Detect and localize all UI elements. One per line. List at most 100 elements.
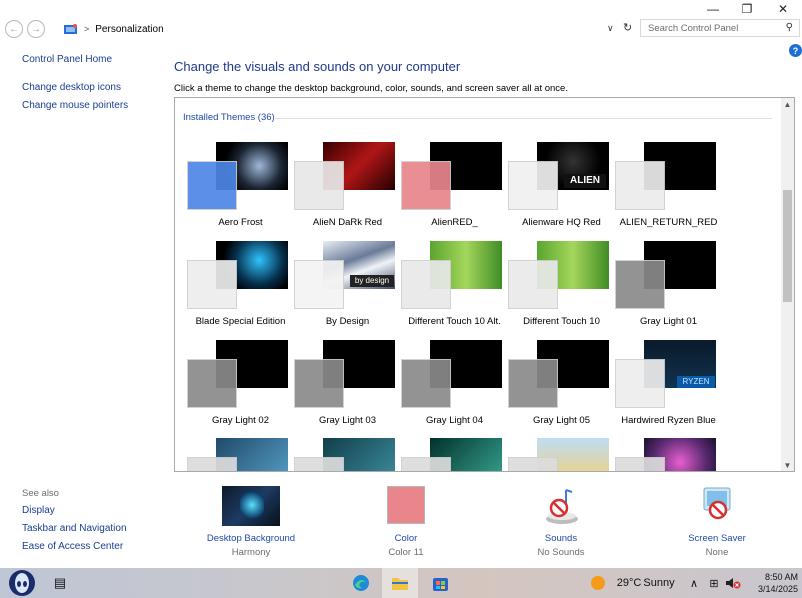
file-explorer-icon[interactable]	[382, 568, 418, 598]
theme-tile[interactable]: By Design by design	[294, 239, 401, 334]
desktop-background-thumbnail	[222, 486, 280, 526]
theme-color-swatch	[294, 359, 344, 408]
screen-saver-icon	[688, 486, 746, 526]
theme-color-swatch	[187, 359, 237, 408]
sounds-button[interactable]: Sounds No Sounds	[496, 486, 626, 558]
themes-list: Installed Themes (36) Aero Frost AlieN Da…	[174, 97, 795, 472]
help-icon[interactable]: ?	[789, 44, 802, 57]
see-also-display[interactable]: Display	[22, 505, 55, 516]
theme-tile[interactable]	[508, 436, 615, 471]
screen-saver-button[interactable]: Screen Saver None	[652, 486, 782, 558]
theme-tile[interactable]	[615, 436, 722, 471]
theme-name: Blade Special Edition	[195, 316, 286, 327]
page-title: Change the visuals and sounds on your co…	[174, 59, 461, 74]
theme-tile[interactable]	[294, 436, 401, 471]
task-view-icon[interactable]: ▤	[48, 568, 72, 598]
theme-tile[interactable]: Alienware HQ Red ALIEN	[508, 140, 615, 235]
see-also-heading: See also	[22, 488, 59, 499]
theme-name: Different Touch 10	[523, 316, 600, 327]
theme-name: By Design	[325, 316, 370, 327]
desktop-background-value: Harmony	[231, 547, 271, 558]
edge-browser-icon[interactable]	[349, 568, 373, 598]
scroll-up-icon[interactable]: ▲	[781, 98, 794, 110]
search-icon[interactable]: ⚲	[786, 22, 793, 33]
theme-tile[interactable]: Gray Light 04	[401, 338, 508, 433]
themes-scrollbar[interactable]: ▲ ▼	[781, 98, 794, 471]
weather-description[interactable]: Sunny	[641, 568, 677, 598]
theme-tile[interactable]: Different Touch 10 Alt.	[401, 239, 508, 334]
theme-tile[interactable]: Gray Light 01	[615, 239, 722, 334]
theme-name: AlienRED_	[431, 217, 478, 228]
taskbar: ▤ 29°C Sunny ∧ ⊞ 8:50 AM 3/14/2025	[0, 568, 802, 598]
refresh-icon[interactable]: ↻	[623, 21, 632, 34]
screen-saver-value: None	[705, 547, 729, 558]
page-description: Click a theme to change the desktop back…	[174, 83, 568, 94]
theme-color-swatch	[294, 161, 344, 210]
theme-color-swatch	[187, 457, 237, 471]
theme-tile[interactable]	[401, 436, 508, 471]
theme-name: Gray Light 01	[639, 316, 698, 327]
network-icon[interactable]: ⊞	[706, 568, 722, 598]
theme-tile[interactable]: Different Touch 10	[508, 239, 615, 334]
theme-tile[interactable]: AlienRED_	[401, 140, 508, 235]
theme-name: ALIEN_RETURN_RED	[619, 217, 718, 228]
theme-color-swatch	[615, 359, 665, 408]
theme-tile[interactable]: AlieN DaRk Red	[294, 140, 401, 235]
clock-date: 3/14/2025	[757, 584, 798, 594]
theme-name: Different Touch 10 Alt.	[408, 316, 501, 327]
weather-sun-icon[interactable]	[588, 568, 608, 598]
scroll-down-icon[interactable]: ▼	[781, 459, 794, 471]
theme-color-swatch	[508, 359, 558, 408]
theme-name: Gray Light 04	[425, 415, 484, 426]
desktop-background-label[interactable]: Desktop Background	[186, 533, 316, 544]
desktop-background-button[interactable]: Desktop Background Harmony	[186, 486, 316, 558]
theme-tile[interactable]: Hardwired Ryzen Blue RYZEN	[615, 338, 722, 433]
theme-color-swatch	[401, 260, 451, 309]
scrollbar-thumb[interactable]	[783, 190, 792, 302]
sidebar-change-desktop-icons[interactable]: Change desktop icons	[22, 82, 121, 93]
theme-name: Gray Light 02	[211, 415, 270, 426]
sounds-label[interactable]: Sounds	[496, 533, 626, 544]
sounds-value: No Sounds	[537, 547, 585, 558]
arrow-right-icon: →	[31, 23, 41, 35]
theme-color-swatch	[615, 161, 665, 210]
theme-name: AlieN DaRk Red	[312, 217, 383, 228]
volume-muted-icon[interactable]	[724, 568, 742, 598]
theme-color-swatch	[401, 457, 451, 471]
color-swatch	[387, 486, 425, 524]
arrow-left-icon: ←	[9, 23, 19, 35]
clock[interactable]: 8:50 AM 3/14/2025	[746, 571, 798, 595]
maximize-button[interactable]: ❐	[730, 0, 764, 18]
sidebar-control-panel-home[interactable]: Control Panel Home	[22, 54, 112, 65]
address-bar[interactable]: > Personalization	[58, 20, 636, 38]
theme-name: Alienware HQ Red	[522, 217, 601, 228]
see-also-ease-of-access[interactable]: Ease of Access Center	[22, 541, 123, 552]
close-button[interactable]: ✕	[766, 0, 800, 18]
tray-expand-icon[interactable]: ∧	[686, 568, 702, 598]
screen-saver-label[interactable]: Screen Saver	[652, 533, 782, 544]
store-icon[interactable]	[428, 568, 452, 598]
theme-tile[interactable]: Gray Light 03	[294, 338, 401, 433]
sidebar-change-mouse-pointers[interactable]: Change mouse pointers	[22, 100, 128, 111]
theme-tile[interactable]: Gray Light 05	[508, 338, 615, 433]
minimize-button[interactable]: —	[696, 0, 730, 18]
start-button[interactable]	[4, 568, 40, 598]
theme-tile[interactable]	[187, 436, 294, 471]
theme-tile[interactable]: ALIEN_RETURN_RED	[615, 140, 722, 235]
color-button[interactable]: Color Color 11	[341, 486, 471, 558]
back-button[interactable]: ←	[5, 20, 23, 38]
sounds-muted-icon	[532, 486, 590, 526]
theme-tile[interactable]: Gray Light 02	[187, 338, 294, 433]
theme-name: Gray Light 05	[532, 415, 591, 426]
search-input[interactable]: Search Control Panel ⚲	[640, 19, 800, 37]
theme-tile[interactable]: Blade Special Edition	[187, 239, 294, 334]
breadcrumb-personalization[interactable]: Personalization	[95, 24, 163, 35]
forward-button[interactable]: →	[27, 20, 45, 38]
ryzen-logo-text: RYZEN	[677, 376, 715, 388]
theme-tile[interactable]: Aero Frost	[187, 140, 294, 235]
search-placeholder: Search Control Panel	[648, 23, 739, 34]
address-dropdown-icon[interactable]: ∨	[607, 23, 614, 34]
theme-name: Gray Light 03	[318, 415, 377, 426]
color-label[interactable]: Color	[341, 533, 471, 544]
see-also-taskbar-navigation[interactable]: Taskbar and Navigation	[22, 523, 127, 534]
